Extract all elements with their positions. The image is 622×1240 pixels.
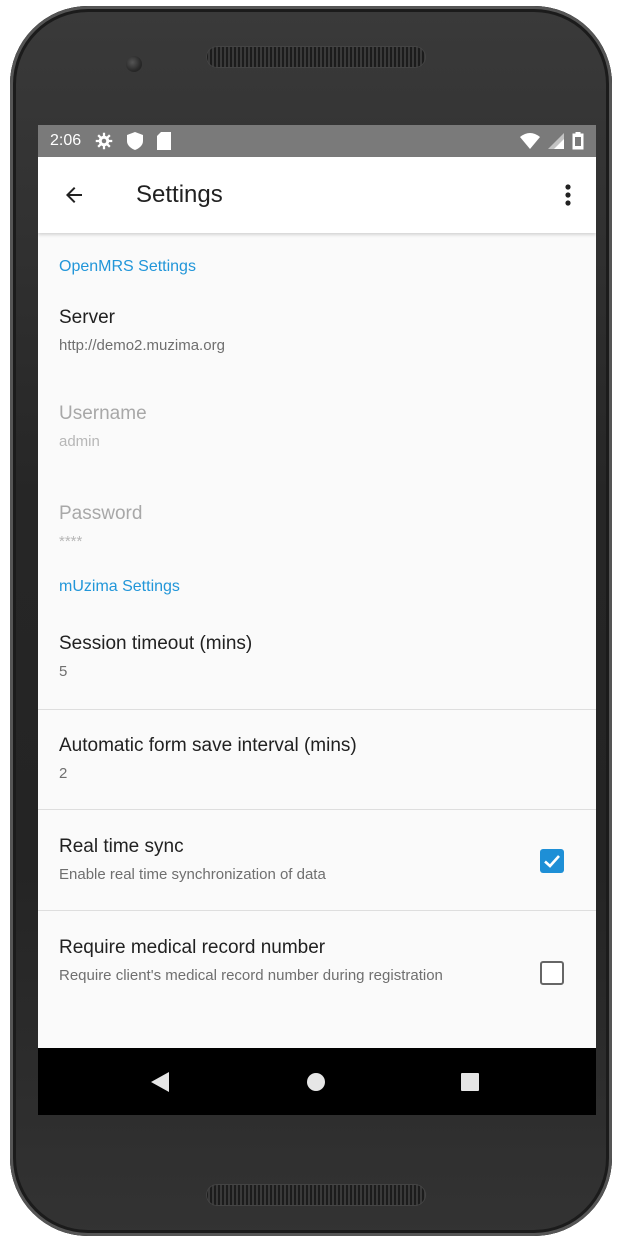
pref-summary: Enable real time synchronization of data xyxy=(59,866,326,883)
realtime-sync-checkbox[interactable] xyxy=(540,849,564,873)
wifi-icon xyxy=(520,133,540,149)
checkmark-icon xyxy=(544,855,560,868)
pref-title: Automatic form save interval (mins) xyxy=(59,735,357,756)
pref-title: Real time sync xyxy=(59,836,184,857)
navigation-bar xyxy=(38,1048,596,1115)
pref-password: Password **** xyxy=(38,485,596,557)
pref-summary: Require client's medical record number d… xyxy=(59,967,443,984)
battery-icon xyxy=(572,132,584,150)
page-title: Settings xyxy=(136,181,223,208)
overflow-menu-button[interactable] xyxy=(540,157,596,233)
nav-home-button[interactable] xyxy=(276,1048,356,1115)
app-bar: Settings xyxy=(38,157,596,233)
more-vert-icon xyxy=(565,184,571,206)
pref-summary: 5 xyxy=(59,663,68,680)
bottom-speaker xyxy=(206,1184,426,1206)
pref-title: Username xyxy=(59,403,147,424)
arrow-left-icon xyxy=(62,183,86,207)
earpiece-speaker xyxy=(206,46,426,68)
pref-title: Server xyxy=(59,307,115,328)
sd-card-icon xyxy=(157,132,172,150)
screen: 2:06 Settings OpenMRS Settings Server ht… xyxy=(38,125,596,1115)
status-bar: 2:06 xyxy=(38,125,596,157)
shield-icon xyxy=(127,132,144,150)
back-button[interactable] xyxy=(38,157,110,233)
front-camera xyxy=(126,56,142,72)
pref-summary: **** xyxy=(59,533,83,550)
section-header-muzima: mUzima Settings xyxy=(59,578,180,595)
pref-session-timeout[interactable]: Session timeout (mins) 5 xyxy=(38,609,596,709)
pref-title: Session timeout (mins) xyxy=(59,633,253,654)
pref-summary: http://demo2.muzima.org xyxy=(59,337,225,354)
back-triangle-icon xyxy=(151,1071,169,1092)
pref-server[interactable]: Server http://demo2.muzima.org xyxy=(38,289,596,385)
pref-summary: 2 xyxy=(59,765,68,782)
nav-back-button[interactable] xyxy=(120,1048,200,1115)
status-time: 2:06 xyxy=(50,132,82,149)
pref-summary: admin xyxy=(59,433,100,450)
pref-username: Username admin xyxy=(38,385,596,485)
pref-realtime-sync[interactable]: Real time sync Enable real time synchron… xyxy=(38,810,596,910)
cell-signal-icon xyxy=(548,133,564,149)
require-mrn-checkbox[interactable] xyxy=(540,961,564,985)
pref-require-mrn[interactable]: Require medical record number Require cl… xyxy=(38,911,596,1031)
settings-icon xyxy=(95,132,113,150)
section-header-openmrs: OpenMRS Settings xyxy=(59,258,196,275)
nav-recents-button[interactable] xyxy=(430,1048,510,1115)
recents-square-icon xyxy=(460,1072,480,1092)
pref-title: Require medical record number xyxy=(59,937,326,958)
pref-title: Password xyxy=(59,503,143,524)
settings-list: OpenMRS Settings Server http://demo2.muz… xyxy=(38,233,596,1031)
pref-autosave-interval[interactable]: Automatic form save interval (mins) 2 xyxy=(38,710,596,809)
home-circle-icon xyxy=(306,1072,326,1092)
